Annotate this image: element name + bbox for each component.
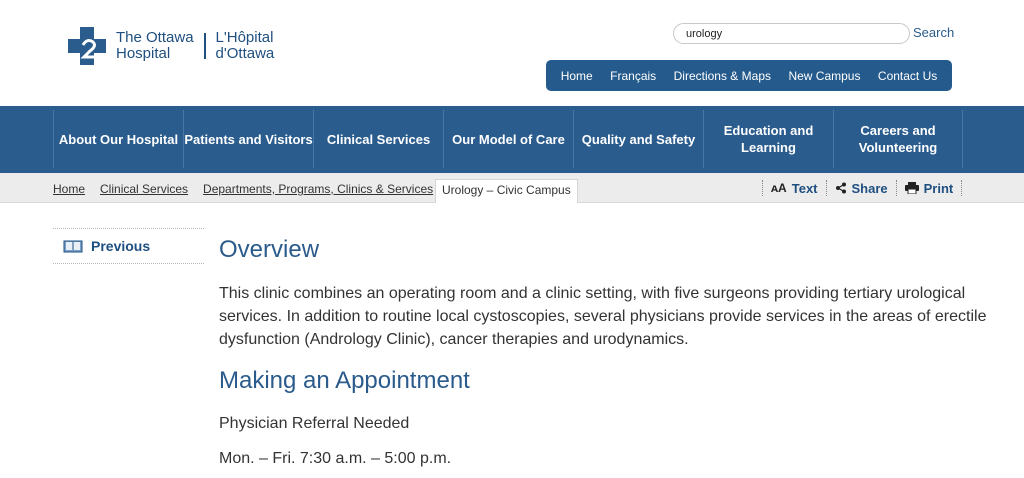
nav-clinical-services[interactable]: Clinical Services [313,110,443,168]
nav-quality-safety[interactable]: Quality and Safety [573,110,703,168]
utility-nav: Home Français Directions & Maps New Camp… [546,60,952,91]
logo-cross-icon [68,27,106,65]
hospital-logo[interactable]: The Ottawa Hospital L'Hôpital d'Ottawa [66,24,274,68]
nav-careers-volunteering[interactable]: Careers and Volunteering [833,110,963,168]
nav-patients-visitors[interactable]: Patients and Visitors [183,110,313,168]
utility-link-directions[interactable]: Directions & Maps [674,69,771,83]
breadcrumb-departments[interactable]: Departments, Programs, Clinics & Service… [203,182,433,196]
text-size-button[interactable]: ᴀA Text [762,180,826,196]
overview-paragraph: This clinic combines an operating room a… [219,285,987,348]
breadcrumb-current: Urology – Civic Campus [435,179,578,203]
utility-link-new-campus[interactable]: New Campus [788,69,860,83]
search-input[interactable] [673,23,910,44]
share-icon [835,182,846,194]
book-icon [63,240,83,253]
nav-about-our-hospital[interactable]: About Our Hospital [53,110,183,168]
referral-text: Physician Referral Needed [219,415,410,432]
utility-link-francais[interactable]: Français [610,69,656,83]
previous-label: Previous [91,238,151,254]
logo-text-english: The Ottawa Hospital [116,29,194,62]
site-header: The Ottawa Hospital L'Hôpital d'Ottawa S… [0,0,1024,106]
main-nav: About Our Hospital Patients and Visitors… [0,106,1024,173]
breadcrumb-bar: Home Clinical Services Departments, Prog… [0,173,1024,203]
utility-link-contact[interactable]: Contact Us [878,69,937,83]
share-button[interactable]: Share [825,180,896,196]
nav-education-learning[interactable]: Education and Learning [703,110,833,168]
text-size-icon: ᴀA [771,181,787,195]
breadcrumb: Home Clinical Services Departments, Prog… [53,179,578,203]
breadcrumb-home[interactable]: Home [53,182,85,196]
logo-text-french: L'Hôpital d'Ottawa [215,29,275,62]
page-tools: ᴀA Text Share Print [762,180,963,196]
previous-link[interactable]: Previous [53,228,204,264]
logo-divider [203,33,206,59]
nav-model-of-care[interactable]: Our Model of Care [443,110,573,168]
print-button[interactable]: Print [895,180,963,196]
overview-heading: Overview [219,236,320,263]
printer-icon [904,182,919,194]
utility-link-home[interactable]: Home [561,69,593,83]
breadcrumb-clinical-services[interactable]: Clinical Services [100,182,188,196]
hours-text: Mon. – Fri. 7:30 a.m. – 5:00 p.m. [219,450,452,467]
search-button[interactable]: Search [913,25,954,40]
main-content: Overview This clinic combines an operati… [219,236,989,470]
appointment-heading: Making an Appointment [219,367,470,394]
